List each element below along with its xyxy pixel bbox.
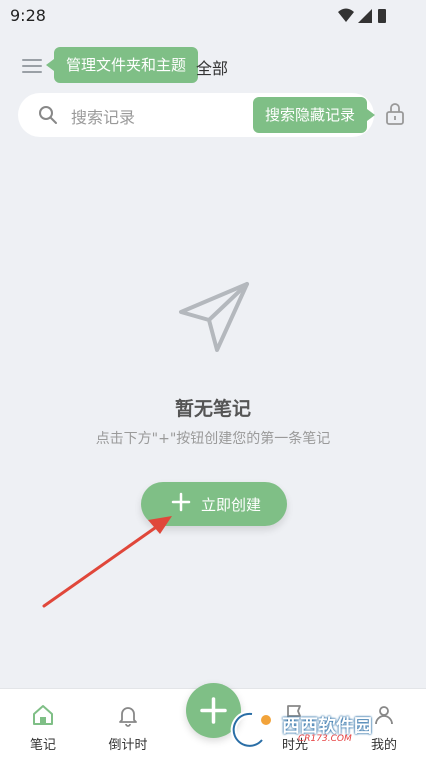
tab-notes[interactable]: 笔记 [3,689,83,758]
battery-icon [378,9,386,23]
bell-icon [119,707,137,727]
menu-icon[interactable] [22,55,44,75]
tab-label: 笔记 [29,738,56,753]
home-icon [33,705,53,725]
plus-icon [200,697,227,724]
status-bar: 9:28 [0,0,426,30]
create-button[interactable]: 立即创建 [141,482,287,526]
watermark: 西西软件园 CR173.COM [226,706,416,750]
paper-plane-icon [179,282,249,352]
lock-icon[interactable] [385,102,405,126]
tab-countdown[interactable]: 倒计时 [88,689,168,758]
hidden-search-tooltip: 搜索隐藏记录 [253,97,376,133]
wifi-icon [338,8,354,22]
folder-title[interactable]: 全部 [196,55,228,79]
status-time: 9:28 [10,6,46,25]
tab-label: 倒计时 [108,738,148,753]
plus-icon [171,492,191,512]
search-input[interactable]: 搜索记录 [71,104,135,128]
empty-subtitle: 点击下方"+"按钮创建您的第一条笔记 [95,431,331,447]
watermark-logo-icon [230,710,271,749]
create-button-label: 立即创建 [201,496,262,514]
folders-tooltip: 管理文件夹和主题 [45,47,199,83]
empty-title: 暂无笔记 [174,398,251,420]
search-icon [39,106,57,124]
signal-icon [358,9,372,23]
status-icons [336,7,396,25]
watermark-domain: CR173.COM [298,734,352,744]
